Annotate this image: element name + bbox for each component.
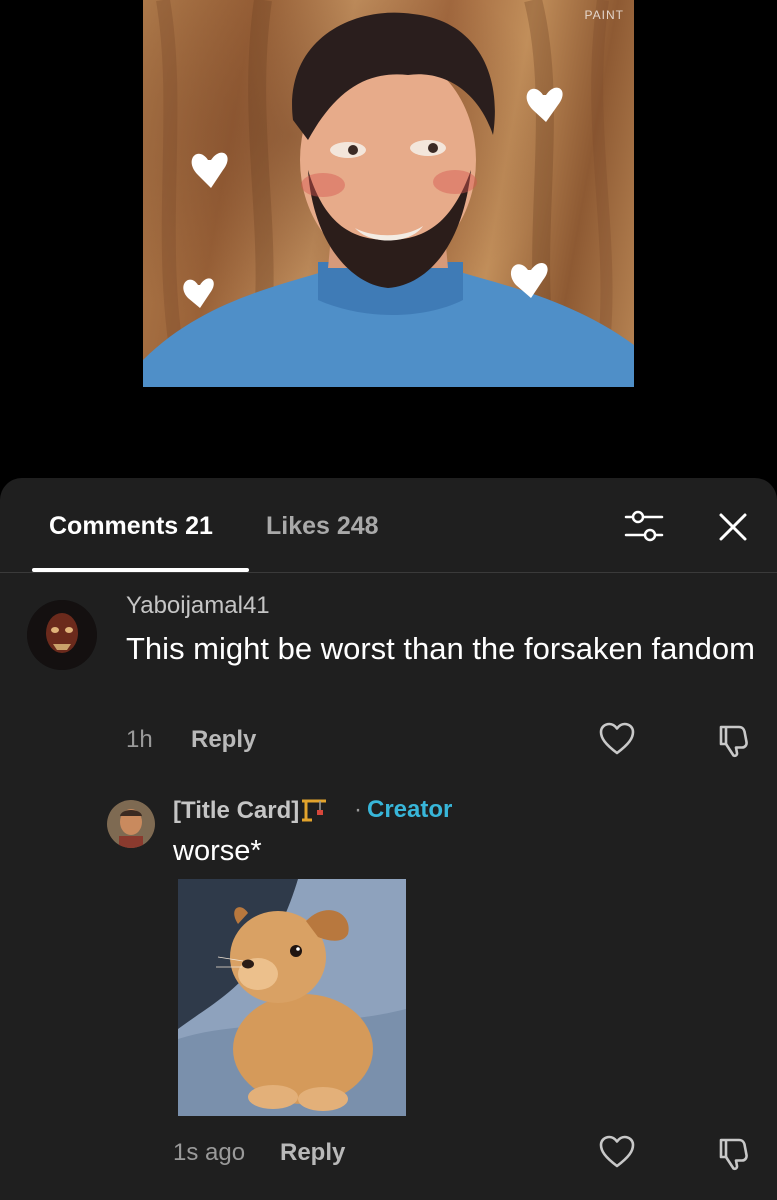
reply-button[interactable]: Reply [191,726,256,754]
post-artwork: PAINT [143,0,634,387]
avatar-image [107,800,155,848]
comment-text: This might be worst than the forsaken fa… [126,631,755,666]
comment-timestamp: 1s ago [173,1139,246,1166]
tab-divider [0,572,777,573]
avatar[interactable] [27,600,97,670]
dislike-icon[interactable] [715,722,751,758]
heart-icon[interactable] [599,722,635,756]
tab-likes[interactable]: Likes 248 [266,512,379,541]
avatar-image [27,600,97,670]
comment-text: worse* [173,835,262,867]
avatar[interactable] [107,800,155,848]
puppy-image [178,879,406,1116]
comment-image[interactable] [178,879,406,1116]
dislike-icon[interactable] [715,1135,751,1171]
artwork-illustration [143,0,634,387]
crane-icon [302,799,327,822]
username-text: [Title Card] [173,797,300,824]
comment-username[interactable]: Yaboijamal41 [126,592,270,620]
creator-badge: Creator [367,796,453,823]
tab-comments[interactable]: Comments 21 [49,512,213,541]
badge-separator: · [354,796,362,823]
watermark: PAINT [584,8,624,22]
heart-icon[interactable] [599,1135,635,1169]
close-icon[interactable] [714,508,752,546]
reply-button[interactable]: Reply [280,1139,345,1167]
filter-icon[interactable] [622,508,666,544]
comment-timestamp: 1h [126,726,153,753]
comments-sheet: Comments 21 Likes 248 Yaboijamal41 This … [0,478,777,1200]
comment-username[interactable]: [Title Card] [173,796,328,825]
